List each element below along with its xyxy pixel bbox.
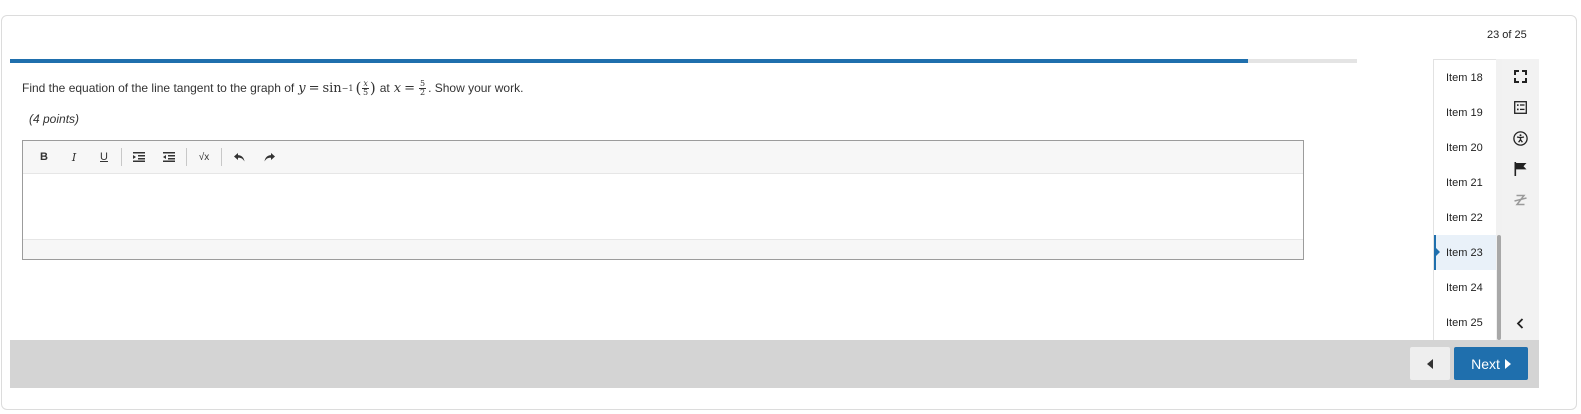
frac-a-denominator: 5: [363, 87, 369, 97]
math-var-x: x: [393, 80, 402, 96]
bold-label: B: [40, 151, 48, 163]
progress-bar: [10, 59, 1357, 63]
reference-icon[interactable]: [1511, 98, 1529, 116]
item-link[interactable]: Item 22: [1434, 200, 1496, 235]
toolbar-separator: [186, 148, 187, 166]
strikethrough-icon[interactable]: [1511, 191, 1529, 209]
math-fraction-b: 5 2: [418, 79, 427, 97]
math-equals-b: =: [404, 80, 415, 96]
next-label: Next: [1471, 355, 1500, 372]
question-text: Find the equation of the line tangent to…: [22, 79, 523, 97]
frac-b-denominator: 2: [419, 87, 426, 97]
undo-icon: [233, 153, 244, 162]
question-at: at: [379, 81, 390, 95]
indent-icon: [133, 152, 145, 162]
item-link[interactable]: Item 23: [1434, 235, 1496, 270]
outdent-icon: [163, 152, 175, 162]
response-editor: B I U √x: [22, 140, 1304, 260]
tool-sidebar: [1502, 59, 1539, 340]
item-link[interactable]: Item 25: [1434, 305, 1496, 340]
item-navigation-list: Item 18 Item 19 Item 20 Item 21 Item 22 Item …: [1433, 59, 1497, 340]
toolbar-separator: [121, 148, 122, 166]
redo-icon: [264, 153, 275, 162]
indent-button[interactable]: [124, 144, 154, 170]
progress-fill: [10, 59, 1248, 63]
math-expression: y = sin −1 ( x 5 ): [298, 78, 376, 97]
italic-button[interactable]: I: [59, 144, 89, 170]
underline-label: U: [100, 151, 108, 163]
item-counter: 23 of 25: [1487, 29, 1527, 41]
footer-bar: [10, 340, 1539, 388]
caret-left-icon: [1426, 358, 1433, 369]
points-label: (4 points): [29, 112, 80, 126]
caret-right-icon: [1504, 358, 1511, 369]
underline-button[interactable]: U: [89, 144, 119, 170]
math-fraction-a: x 5: [362, 79, 369, 97]
math-exponent: −1: [341, 83, 354, 93]
editor-status-bar: [23, 239, 1303, 259]
scrollbar-thumb[interactable]: [1497, 235, 1501, 340]
bold-button[interactable]: B: [29, 144, 59, 170]
question-suffix: . Show your work.: [428, 81, 524, 95]
collapse-chevron-icon[interactable]: [1511, 314, 1529, 332]
math-expression-b: x = 5 2: [393, 79, 427, 97]
redo-button[interactable]: [254, 144, 284, 170]
equation-button[interactable]: √x: [189, 144, 219, 170]
toolbar-separator: [221, 148, 222, 166]
math-equals: =: [308, 80, 320, 96]
math-func: sin: [322, 80, 342, 96]
flag-icon[interactable]: [1511, 160, 1529, 178]
editor-toolbar: B I U √x: [23, 141, 1303, 174]
italic-label: I: [71, 150, 77, 164]
next-button[interactable]: Next: [1454, 347, 1528, 380]
item-link[interactable]: Item 24: [1434, 270, 1496, 305]
accessibility-icon[interactable]: [1511, 129, 1529, 147]
math-var-y: y: [298, 80, 306, 96]
item-link[interactable]: Item 18: [1434, 60, 1496, 95]
fullscreen-icon[interactable]: [1511, 67, 1529, 85]
sqrt-icon: √x: [198, 151, 210, 163]
editor-text-area[interactable]: [23, 174, 1303, 239]
item-link[interactable]: Item 19: [1434, 95, 1496, 130]
question-prefix: Find the equation of the line tangent to…: [22, 81, 295, 95]
previous-button[interactable]: [1410, 347, 1450, 380]
undo-button[interactable]: [224, 144, 254, 170]
outdent-button[interactable]: [154, 144, 184, 170]
item-link[interactable]: Item 20: [1434, 130, 1496, 165]
item-link[interactable]: Item 21: [1434, 165, 1496, 200]
